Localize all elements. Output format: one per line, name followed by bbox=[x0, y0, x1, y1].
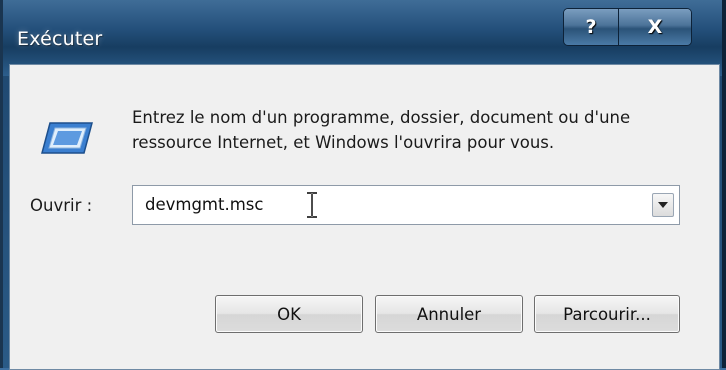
dialog-body: Entrez le nom d'un programme, dossier, d… bbox=[9, 64, 720, 370]
open-combobox[interactable]: devmgmt.msc bbox=[132, 185, 680, 225]
dropdown-button[interactable] bbox=[652, 193, 674, 217]
run-icon bbox=[41, 122, 93, 154]
window-title: Exécuter bbox=[17, 28, 103, 50]
caption-buttons: ? X bbox=[563, 8, 692, 46]
ok-button[interactable]: OK bbox=[215, 295, 363, 333]
browse-button[interactable]: Parcourir... bbox=[534, 295, 680, 333]
open-label: Ouvrir : bbox=[30, 196, 93, 215]
close-button[interactable]: X bbox=[619, 9, 691, 45]
chevron-down-icon bbox=[658, 201, 668, 208]
open-input[interactable]: devmgmt.msc bbox=[145, 195, 263, 214]
help-button[interactable]: ? bbox=[564, 9, 619, 45]
run-dialog-window: Exécuter ? X Entrez le nom d'un programm… bbox=[0, 0, 726, 370]
cancel-button[interactable]: Annuler bbox=[375, 295, 523, 333]
ibeam-cursor-icon bbox=[307, 192, 317, 218]
description-text: Entrez le nom d'un programme, dossier, d… bbox=[132, 108, 631, 152]
